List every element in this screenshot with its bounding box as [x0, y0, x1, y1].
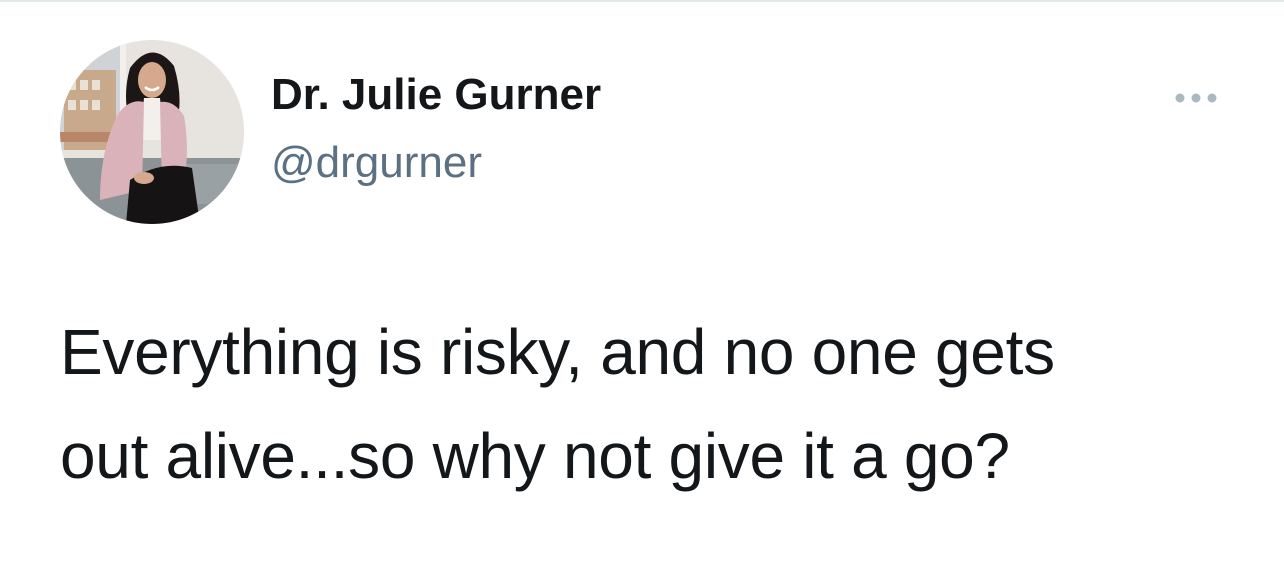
author-handle[interactable]: @drgurner [271, 138, 482, 188]
tweet-text: Everything is risky, and no one gets out… [60, 316, 1055, 492]
author-name[interactable]: Dr. Julie Gurner [271, 70, 601, 120]
tweet-card: Dr. Julie Gurner @drgurner Everything is… [0, 2, 1284, 574]
more-options-button[interactable] [1168, 80, 1224, 116]
avatar[interactable] [60, 40, 244, 224]
profile-photo-icon [60, 40, 244, 224]
more-horizontal-icon [1175, 93, 1217, 103]
